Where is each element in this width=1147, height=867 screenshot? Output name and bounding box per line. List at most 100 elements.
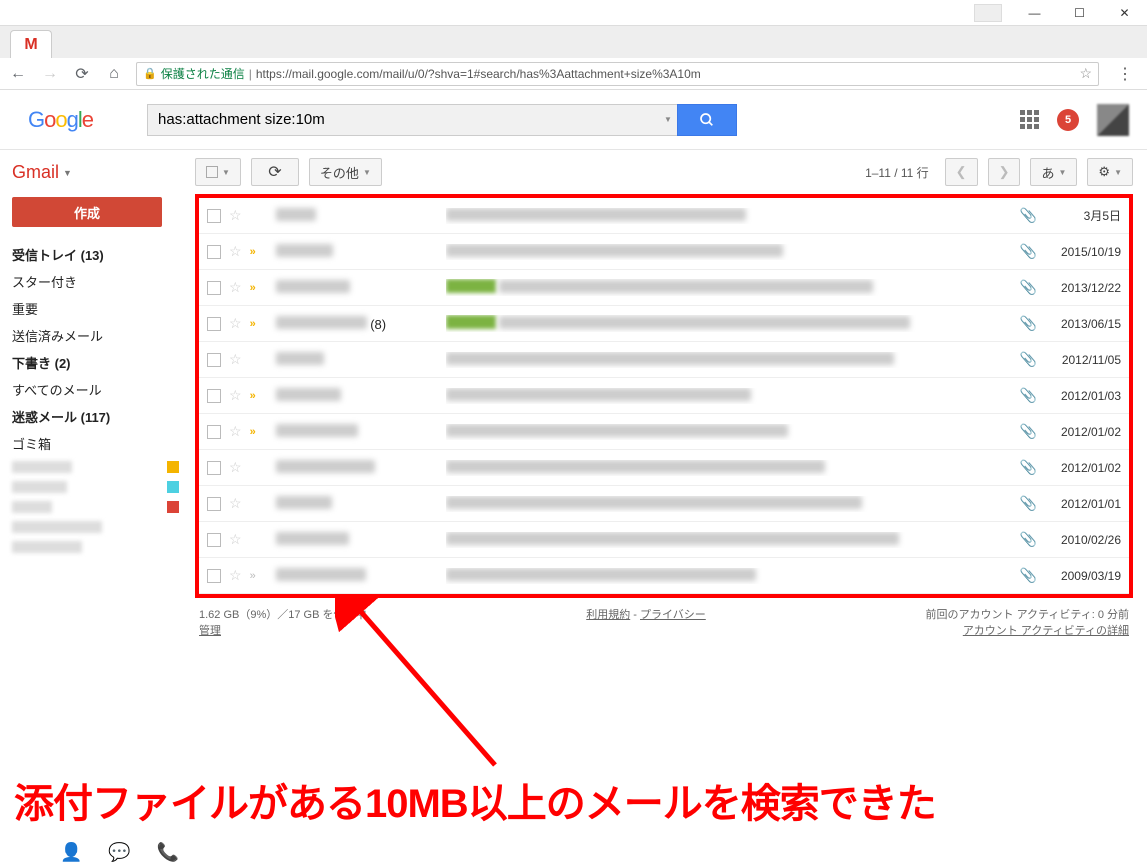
home-button[interactable]: ⌂ — [104, 65, 124, 83]
mail-checkbox[interactable] — [207, 425, 221, 439]
search-button[interactable] — [677, 104, 737, 136]
ime-indicator[interactable] — [974, 4, 1002, 22]
importance-marker[interactable]: » — [250, 318, 266, 330]
sidebar-item-label[interactable] — [12, 457, 195, 477]
settings-button[interactable]: ⚙▼ — [1087, 158, 1133, 186]
star-icon[interactable]: ☆ — [229, 531, 242, 548]
mail-checkbox[interactable] — [207, 317, 221, 331]
mail-row[interactable]: ☆» 📎2012/01/03 — [199, 378, 1129, 414]
window-titlebar: — ☐ ✕ — [0, 0, 1147, 26]
mail-row[interactable]: ☆» 📎2013/12/22 — [199, 270, 1129, 306]
activity-details-link[interactable]: アカウント アクティビティの詳細 — [963, 625, 1129, 637]
importance-marker[interactable]: » — [250, 426, 266, 438]
terms-link[interactable]: 利用規約 — [586, 609, 630, 621]
back-button[interactable]: ← — [8, 65, 28, 83]
notifications-badge[interactable]: 5 — [1057, 109, 1079, 131]
window-close-button[interactable]: ✕ — [1102, 0, 1147, 26]
input-method-button[interactable]: あ▼ — [1030, 158, 1077, 186]
privacy-link[interactable]: プライバシー — [640, 609, 706, 621]
forward-button[interactable]: → — [40, 65, 60, 83]
manage-storage-link[interactable]: 管理 — [199, 625, 221, 637]
mail-subject — [446, 352, 1012, 368]
window-minimize-button[interactable]: — — [1012, 0, 1057, 26]
reload-button[interactable]: ⟳ — [72, 64, 92, 84]
star-icon[interactable]: ☆ — [229, 459, 242, 476]
mail-checkbox[interactable] — [207, 281, 221, 295]
mail-checkbox[interactable] — [207, 209, 221, 223]
mail-row[interactable]: ☆ 📎2012/01/02 — [199, 450, 1129, 486]
star-icon[interactable]: ☆ — [229, 567, 242, 584]
mail-checkbox[interactable] — [207, 389, 221, 403]
mail-row[interactable]: ☆ 📎2012/11/05 — [199, 342, 1129, 378]
window-maximize-button[interactable]: ☐ — [1057, 0, 1102, 26]
attachment-icon: 📎 — [1020, 495, 1037, 512]
chevron-down-icon: ▼ — [63, 168, 72, 178]
mail-checkbox[interactable] — [207, 497, 221, 511]
search-input[interactable] — [147, 104, 659, 136]
star-icon[interactable]: ☆ — [229, 279, 242, 296]
browser-tab[interactable]: M — [10, 30, 52, 58]
sidebar-item-important[interactable]: 重要 — [12, 295, 195, 322]
mail-date: 2012/01/02 — [1045, 461, 1121, 475]
importance-marker[interactable]: » — [250, 570, 266, 582]
star-icon[interactable]: ☆ — [229, 387, 242, 404]
address-bar[interactable]: 🔒 保護された通信 | https://mail.google.com/mail… — [136, 62, 1099, 86]
contacts-icon[interactable]: 👤 — [60, 842, 82, 863]
mail-checkbox[interactable] — [207, 533, 221, 547]
sidebar-item-allmail[interactable]: すべてのメール — [12, 376, 195, 403]
star-icon[interactable]: ☆ — [229, 423, 242, 440]
sidebar-item-sent[interactable]: 送信済みメール — [12, 322, 195, 349]
sidebar-item-label[interactable] — [12, 497, 195, 517]
sidebar-item-inbox[interactable]: 受信トレイ (13) — [12, 241, 195, 268]
attachment-icon: 📎 — [1020, 207, 1037, 224]
star-icon[interactable]: ☆ — [229, 495, 242, 512]
star-icon[interactable]: ☆ — [229, 207, 242, 224]
user-avatar[interactable] — [1097, 104, 1129, 136]
mail-row[interactable]: ☆ 📎3月5日 — [199, 198, 1129, 234]
prev-page-button[interactable]: ❮ — [945, 158, 978, 186]
sidebar-item-label[interactable] — [12, 537, 195, 557]
mail-row[interactable]: ☆ 📎2012/01/01 — [199, 486, 1129, 522]
hangouts-icon[interactable]: 💬 — [108, 842, 130, 863]
mail-checkbox[interactable] — [207, 461, 221, 475]
browser-menu-button[interactable]: ⋮ — [1111, 64, 1139, 84]
sidebar-item-drafts[interactable]: 下書き (2) — [12, 349, 195, 376]
sidebar-item-label[interactable] — [12, 517, 195, 537]
sidebar-item-trash[interactable]: ゴミ箱 — [12, 430, 195, 457]
more-actions-button[interactable]: その他▼ — [309, 158, 382, 186]
hangouts-bar: 👤 💬 📞 — [60, 842, 179, 863]
select-all-checkbox[interactable]: ▼ — [195, 158, 241, 186]
sidebar-item-starred[interactable]: スター付き — [12, 268, 195, 295]
importance-marker[interactable]: » — [250, 246, 266, 258]
browser-toolbar: ← → ⟳ ⌂ 🔒 保護された通信 | https://mail.google.… — [0, 58, 1147, 90]
search-options-dropdown[interactable]: ▼ — [659, 104, 677, 136]
star-icon[interactable]: ☆ — [229, 351, 242, 368]
bookmark-star-icon[interactable]: ☆ — [1079, 65, 1092, 82]
mail-checkbox[interactable] — [207, 569, 221, 583]
mail-checkbox[interactable] — [207, 353, 221, 367]
mail-row[interactable]: ☆ 📎2010/02/26 — [199, 522, 1129, 558]
mail-row[interactable]: ☆» 📎2009/03/19 — [199, 558, 1129, 594]
apps-launcher-icon[interactable] — [1020, 110, 1039, 129]
mail-checkbox[interactable] — [207, 245, 221, 259]
attachment-icon: 📎 — [1020, 351, 1037, 368]
star-icon[interactable]: ☆ — [229, 315, 242, 332]
refresh-button[interactable]: ⟳ — [251, 158, 299, 186]
url-text: https://mail.google.com/mail/u/0/?shva=1… — [256, 67, 701, 81]
attachment-icon: 📎 — [1020, 567, 1037, 584]
sidebar-item-spam[interactable]: 迷惑メール (117) — [12, 403, 195, 430]
sidebar-item-label[interactable] — [12, 477, 195, 497]
lock-icon: 🔒 — [143, 67, 157, 80]
star-icon[interactable]: ☆ — [229, 243, 242, 260]
compose-button[interactable]: 作成 — [12, 197, 162, 227]
importance-marker[interactable]: » — [250, 390, 266, 402]
importance-marker[interactable]: » — [250, 282, 266, 294]
gmail-product-dropdown[interactable]: Gmail ▼ — [12, 162, 195, 183]
next-page-button[interactable]: ❯ — [988, 158, 1021, 186]
phone-icon[interactable]: 📞 — [157, 842, 179, 863]
mail-row[interactable]: ☆» 📎2012/01/02 — [199, 414, 1129, 450]
mail-row[interactable]: ☆» 📎2015/10/19 — [199, 234, 1129, 270]
mail-row[interactable]: ☆» (8) 📎2013/06/15 — [199, 306, 1129, 342]
google-logo[interactable]: Google — [28, 107, 93, 133]
label-chip-cyan — [167, 481, 179, 493]
